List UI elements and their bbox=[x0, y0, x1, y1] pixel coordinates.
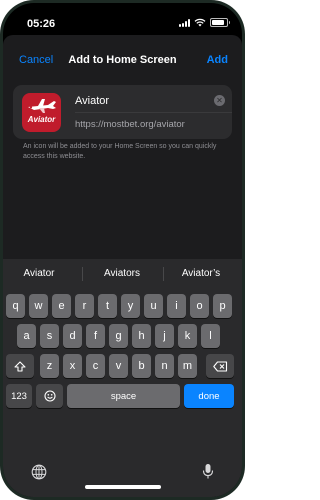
status-time: 05:26 bbox=[27, 18, 56, 30]
suggestion-1[interactable]: Aviator bbox=[24, 268, 55, 279]
shortcut-card: Aviator ✕ https://mostbet.org/aviator bbox=[13, 85, 232, 139]
emoji-icon bbox=[43, 390, 56, 402]
suggestion-3[interactable]: Aviator’s bbox=[182, 268, 220, 279]
sheet-nav-bar: Cancel Add to Home Screen Add bbox=[3, 35, 242, 79]
key-u[interactable]: u bbox=[144, 294, 163, 318]
key-f[interactable]: f bbox=[86, 324, 105, 348]
add-button[interactable]: Add bbox=[207, 54, 228, 66]
suggestion-divider bbox=[163, 267, 164, 281]
info-text: An icon will be added to your Home Scree… bbox=[23, 143, 217, 160]
key-y[interactable]: y bbox=[121, 294, 140, 318]
microphone-icon[interactable] bbox=[202, 463, 214, 480]
key-v[interactable]: v bbox=[109, 354, 128, 378]
key-i[interactable]: i bbox=[167, 294, 186, 318]
home-indicator bbox=[85, 485, 161, 489]
close-icon: ✕ bbox=[216, 96, 223, 105]
shift-key[interactable] bbox=[6, 354, 34, 378]
key-p[interactable]: p bbox=[213, 294, 232, 318]
key-m[interactable]: m bbox=[178, 354, 197, 378]
key-z[interactable]: z bbox=[40, 354, 59, 378]
key-b[interactable]: b bbox=[132, 354, 151, 378]
card-divider bbox=[75, 112, 232, 113]
key-k[interactable]: k bbox=[178, 324, 197, 348]
battery-icon bbox=[210, 18, 230, 27]
numbers-key[interactable]: 123 bbox=[6, 384, 32, 408]
phone-frame: 05:26 Cancel Add to Home Screen Add Avia… bbox=[0, 0, 245, 500]
key-s[interactable]: s bbox=[40, 324, 59, 348]
key-j[interactable]: j bbox=[155, 324, 174, 348]
app-icon: Aviator bbox=[22, 93, 61, 132]
globe-icon[interactable] bbox=[31, 464, 47, 480]
shift-icon bbox=[14, 360, 26, 372]
delete-icon bbox=[212, 360, 227, 372]
key-d[interactable]: d bbox=[63, 324, 82, 348]
suggestion-divider bbox=[82, 267, 83, 281]
key-t[interactable]: t bbox=[98, 294, 117, 318]
space-key[interactable]: space bbox=[67, 384, 180, 408]
status-bar: 05:26 bbox=[3, 3, 242, 39]
key-n[interactable]: n bbox=[155, 354, 174, 378]
key-h[interactable]: h bbox=[132, 324, 151, 348]
suggestion-bar: Aviator Aviators Aviator’s bbox=[3, 259, 242, 287]
delete-key[interactable] bbox=[206, 354, 234, 378]
cancel-button[interactable]: Cancel bbox=[19, 54, 53, 66]
key-x[interactable]: x bbox=[63, 354, 82, 378]
key-r[interactable]: r bbox=[75, 294, 94, 318]
screen: 05:26 Cancel Add to Home Screen Add Avia… bbox=[3, 3, 242, 497]
key-q[interactable]: q bbox=[6, 294, 25, 318]
shortcut-name-field[interactable] bbox=[75, 93, 208, 109]
key-e[interactable]: e bbox=[52, 294, 71, 318]
app-icon-brand: Aviator bbox=[27, 115, 56, 124]
keyboard: Aviator Aviators Aviator’s q w e r t y u… bbox=[3, 259, 242, 497]
key-c[interactable]: c bbox=[86, 354, 105, 378]
key-l[interactable]: l bbox=[201, 324, 220, 348]
status-icons bbox=[179, 18, 230, 27]
wifi-icon bbox=[194, 18, 206, 27]
plane-icon bbox=[28, 99, 56, 113]
key-w[interactable]: w bbox=[29, 294, 48, 318]
key-g[interactable]: g bbox=[109, 324, 128, 348]
suggestion-2[interactable]: Aviators bbox=[104, 268, 140, 279]
done-key[interactable]: done bbox=[184, 384, 234, 408]
clear-text-button[interactable]: ✕ bbox=[214, 95, 225, 106]
emoji-key[interactable] bbox=[36, 384, 63, 408]
cellular-signal-icon bbox=[179, 18, 190, 27]
battery-level bbox=[212, 20, 224, 25]
key-a[interactable]: a bbox=[17, 324, 36, 348]
shortcut-url: https://mostbet.org/aviator bbox=[75, 119, 185, 130]
key-o[interactable]: o bbox=[190, 294, 209, 318]
